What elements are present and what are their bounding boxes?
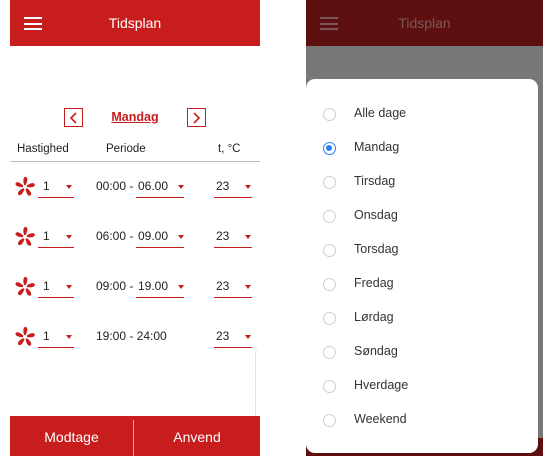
period-end-value: 19.00 xyxy=(138,279,169,293)
temperature-value: 23 xyxy=(216,279,230,293)
chevron-left-icon xyxy=(69,112,77,124)
next-day-button[interactable] xyxy=(187,108,206,127)
schedule-screen: Tidsplan Mandag Hastighed Periode t, °C … xyxy=(10,0,260,456)
temperature-dropdown[interactable]: 23 xyxy=(214,274,252,298)
period-start: 00:00 - xyxy=(96,179,134,193)
day-option-label: Alle dage xyxy=(354,106,407,120)
previous-day-button[interactable] xyxy=(64,108,83,127)
period-end-dropdown[interactable]: 06.00 xyxy=(136,174,184,198)
day-option[interactable]: Onsdag xyxy=(306,199,538,233)
schedule-row: 1 19:00 - 24:00 23 xyxy=(10,324,260,354)
fan-icon xyxy=(15,326,35,346)
app-bar-dimmed: Tidsplan xyxy=(306,0,543,46)
day-option[interactable]: Lørdag xyxy=(306,301,538,335)
radio-icon xyxy=(323,244,336,257)
day-option-label: Lørdag xyxy=(354,310,394,324)
speed-dropdown[interactable]: 1 xyxy=(38,224,74,248)
current-day-label[interactable]: Mandag xyxy=(90,110,180,124)
period-end-value: 09.00 xyxy=(138,229,169,243)
dropdown-caret-icon xyxy=(66,285,72,289)
day-option-label: Søndag xyxy=(354,344,398,358)
day-picker-dialog: Alle dage Mandag Tirsdag Onsdag Torsdag … xyxy=(306,79,538,453)
dropdown-caret-icon xyxy=(245,185,251,189)
radio-icon xyxy=(323,380,336,393)
dropdown-caret-icon xyxy=(245,285,251,289)
speed-value: 1 xyxy=(43,279,50,293)
speed-value: 1 xyxy=(43,329,50,343)
dropdown-caret-icon xyxy=(66,335,72,339)
temperature-value: 23 xyxy=(216,329,230,343)
dropdown-caret-icon xyxy=(178,285,184,289)
page-title: Tidsplan xyxy=(108,15,162,31)
radio-icon xyxy=(323,176,336,189)
speed-value: 1 xyxy=(43,179,50,193)
period-start: 09:00 - xyxy=(96,279,134,293)
speed-value: 1 xyxy=(43,229,50,243)
schedule-row: 1 06:00 - 09.00 23 xyxy=(10,224,260,254)
period-end-value: 06.00 xyxy=(138,179,169,193)
chevron-right-icon xyxy=(193,112,201,124)
speed-dropdown[interactable]: 1 xyxy=(38,324,74,348)
column-header-period: Periode xyxy=(106,143,146,155)
radio-icon xyxy=(323,108,336,121)
day-option-label: Hverdage xyxy=(354,378,409,392)
fan-icon xyxy=(15,276,35,296)
dropdown-caret-icon xyxy=(178,185,184,189)
dropdown-caret-icon xyxy=(245,235,251,239)
column-header-speed: Hastighed xyxy=(17,143,69,155)
temperature-dropdown[interactable]: 23 xyxy=(214,174,252,198)
day-option[interactable]: Søndag xyxy=(306,335,538,369)
bottom-action-bar: Modtage Anvend xyxy=(10,416,260,456)
day-option[interactable]: Fredag xyxy=(306,267,538,301)
fan-icon xyxy=(15,176,35,196)
day-option[interactable]: Hverdage xyxy=(306,369,538,403)
day-navigator: Mandag xyxy=(10,108,260,128)
period-end-dropdown[interactable]: 09.00 xyxy=(136,224,184,248)
day-option[interactable]: Torsdag xyxy=(306,233,538,267)
speed-dropdown[interactable]: 1 xyxy=(38,174,74,198)
period-fixed: 19:00 - 24:00 xyxy=(96,329,167,343)
schedule-row: 1 09:00 - 19.00 23 xyxy=(10,274,260,304)
speed-dropdown[interactable]: 1 xyxy=(38,274,74,298)
temperature-value: 23 xyxy=(216,229,230,243)
day-picker-screen: Tidsplan Alle dage Mandag Tirsdag Onsdag… xyxy=(306,0,543,456)
dropdown-caret-icon xyxy=(66,235,72,239)
column-header-temperature: t, °C xyxy=(218,143,241,155)
radio-icon xyxy=(323,142,336,155)
day-option[interactable]: Alle dage xyxy=(306,97,538,131)
day-option-label: Torsdag xyxy=(354,242,399,256)
schedule-row: 1 00:00 - 06.00 23 xyxy=(10,174,260,204)
day-option-label: Onsdag xyxy=(354,208,398,222)
temperature-dropdown[interactable]: 23 xyxy=(214,324,252,348)
fan-icon xyxy=(15,226,35,246)
radio-icon xyxy=(323,312,336,325)
dropdown-caret-icon xyxy=(178,235,184,239)
radio-icon xyxy=(323,278,336,291)
dropdown-caret-icon xyxy=(245,335,251,339)
radio-icon xyxy=(323,210,336,223)
temperature-dropdown[interactable]: 23 xyxy=(214,224,252,248)
period-end-dropdown[interactable]: 19.00 xyxy=(136,274,184,298)
app-bar: Tidsplan xyxy=(10,0,260,46)
header-divider xyxy=(10,161,260,162)
day-option-label: Fredag xyxy=(354,276,394,290)
day-option[interactable]: Weekend xyxy=(306,403,538,437)
day-option-label: Mandag xyxy=(354,140,400,154)
page-title: Tidsplan xyxy=(398,15,451,31)
receive-button[interactable]: Modtage xyxy=(10,416,133,456)
day-option-label: Tirsdag xyxy=(354,174,396,188)
period-start: 06:00 - xyxy=(96,229,134,243)
apply-button[interactable]: Anvend xyxy=(134,416,260,456)
dropdown-caret-icon xyxy=(66,185,72,189)
temperature-value: 23 xyxy=(216,179,230,193)
day-option[interactable]: Mandag xyxy=(306,131,538,165)
radio-icon xyxy=(323,414,336,427)
radio-icon xyxy=(323,346,336,359)
day-option-label: Weekend xyxy=(354,412,407,426)
day-option[interactable]: Tirsdag xyxy=(306,165,538,199)
